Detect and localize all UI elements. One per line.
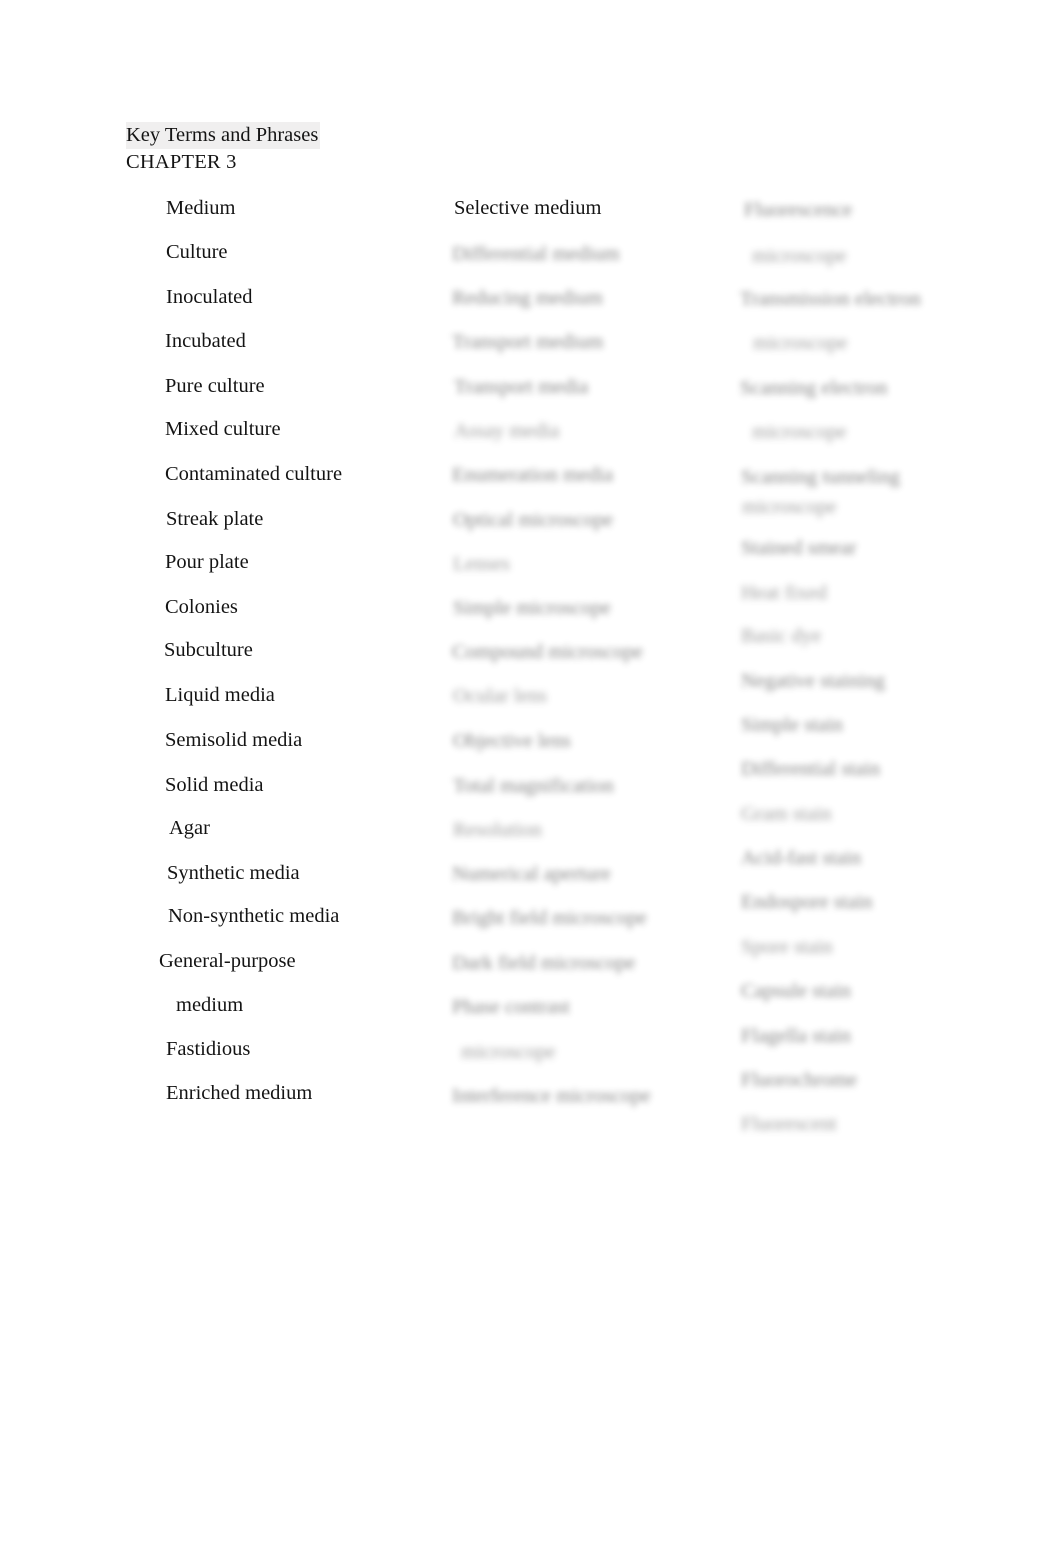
- term-item: Contaminated culture: [165, 463, 343, 485]
- term-item: Endospore stain: [741, 891, 873, 913]
- term-item: Semisolid media: [165, 729, 303, 751]
- term-item: Fluorescent: [741, 1113, 837, 1135]
- term-item: Incubated: [165, 330, 246, 352]
- term-item: Enriched medium: [166, 1082, 313, 1104]
- term-item: Subculture: [164, 639, 253, 661]
- term-item: Flagella stain: [741, 1025, 851, 1047]
- term-item: Scanning electron: [740, 377, 888, 399]
- term-item: Transmission electron: [740, 288, 921, 310]
- term-item: Stained smear: [741, 537, 857, 559]
- term-item: Numerical aperture: [452, 863, 611, 885]
- term-item: microscope: [752, 421, 847, 443]
- term-item: Liquid media: [165, 684, 275, 706]
- key-terms-list: Medium Culture Inoculated Incubated Pure cul…: [0, 188, 1062, 1148]
- term-item: microscope: [742, 496, 837, 518]
- term-item: Phase contrast: [452, 996, 570, 1018]
- term-item: Total magnification: [453, 775, 614, 797]
- term-item: Culture: [166, 241, 228, 263]
- term-item: Medium: [166, 197, 236, 219]
- term-item: Differential stain: [741, 758, 881, 780]
- term-item: Compound microscope: [452, 641, 643, 663]
- term-item: Transport medium: [452, 331, 604, 353]
- term-item: microscope: [752, 245, 847, 267]
- term-item: Assay media: [454, 420, 560, 442]
- term-item: medium: [176, 994, 244, 1016]
- term-item: Pure culture: [165, 375, 265, 397]
- term-item: Ocular lens: [453, 685, 547, 707]
- term-item: Colonies: [165, 596, 238, 618]
- term-item: Capsule stain: [741, 980, 851, 1002]
- term-item: Enumeration media: [452, 464, 614, 486]
- term-item: Reducing medium: [452, 287, 603, 309]
- term-item: microscope: [461, 1041, 556, 1063]
- term-item: Objective lens: [453, 730, 571, 752]
- term-item: Fluorochrome: [741, 1069, 858, 1091]
- term-item: Fastidious: [166, 1038, 251, 1060]
- term-item: Differential medium: [452, 243, 620, 265]
- term-item: Synthetic media: [167, 862, 300, 884]
- term-item: Lenses: [453, 553, 510, 575]
- term-item: Inoculated: [166, 286, 253, 308]
- document-header: Key Terms and Phrases CHAPTER 3: [126, 122, 546, 176]
- term-item: Agar: [169, 817, 210, 839]
- chapter-label: CHAPTER 3: [126, 151, 237, 173]
- term-item: Interference microscope: [452, 1085, 651, 1107]
- term-item: Mixed culture: [165, 418, 281, 440]
- term-item: Simple microscope: [453, 597, 611, 619]
- term-item: Basic dye: [741, 625, 822, 647]
- term-item: Solid media: [165, 774, 264, 796]
- term-item: Spore stain: [741, 936, 833, 958]
- term-item: General-purpose: [159, 950, 296, 972]
- term-item: Streak plate: [166, 508, 264, 530]
- term-item: Non-synthetic media: [168, 905, 340, 927]
- term-item: Optical microscope: [453, 509, 613, 531]
- term-item: Resolution: [453, 819, 542, 841]
- term-item: Transport media: [454, 376, 589, 398]
- term-item: Negative staining: [741, 670, 886, 692]
- document-page: Key Terms and Phrases CHAPTER 3 Medium Cu…: [0, 0, 1062, 1561]
- term-item: Bright field microscope: [452, 907, 647, 929]
- term-item: Dark field microscope: [452, 952, 636, 974]
- term-item: Gram stain: [741, 803, 832, 825]
- term-item: Acid-fast stain: [741, 847, 862, 869]
- page-title: Key Terms and Phrases: [126, 122, 321, 149]
- term-item: Fluorescence: [744, 199, 853, 221]
- term-item: Selective medium: [454, 197, 602, 219]
- term-item: Scanning tunneling: [741, 466, 900, 488]
- term-item: Heat fixed: [741, 582, 827, 604]
- term-item: Pour plate: [165, 551, 249, 573]
- term-item: microscope: [753, 332, 848, 354]
- term-item: Simple stain: [741, 714, 843, 736]
